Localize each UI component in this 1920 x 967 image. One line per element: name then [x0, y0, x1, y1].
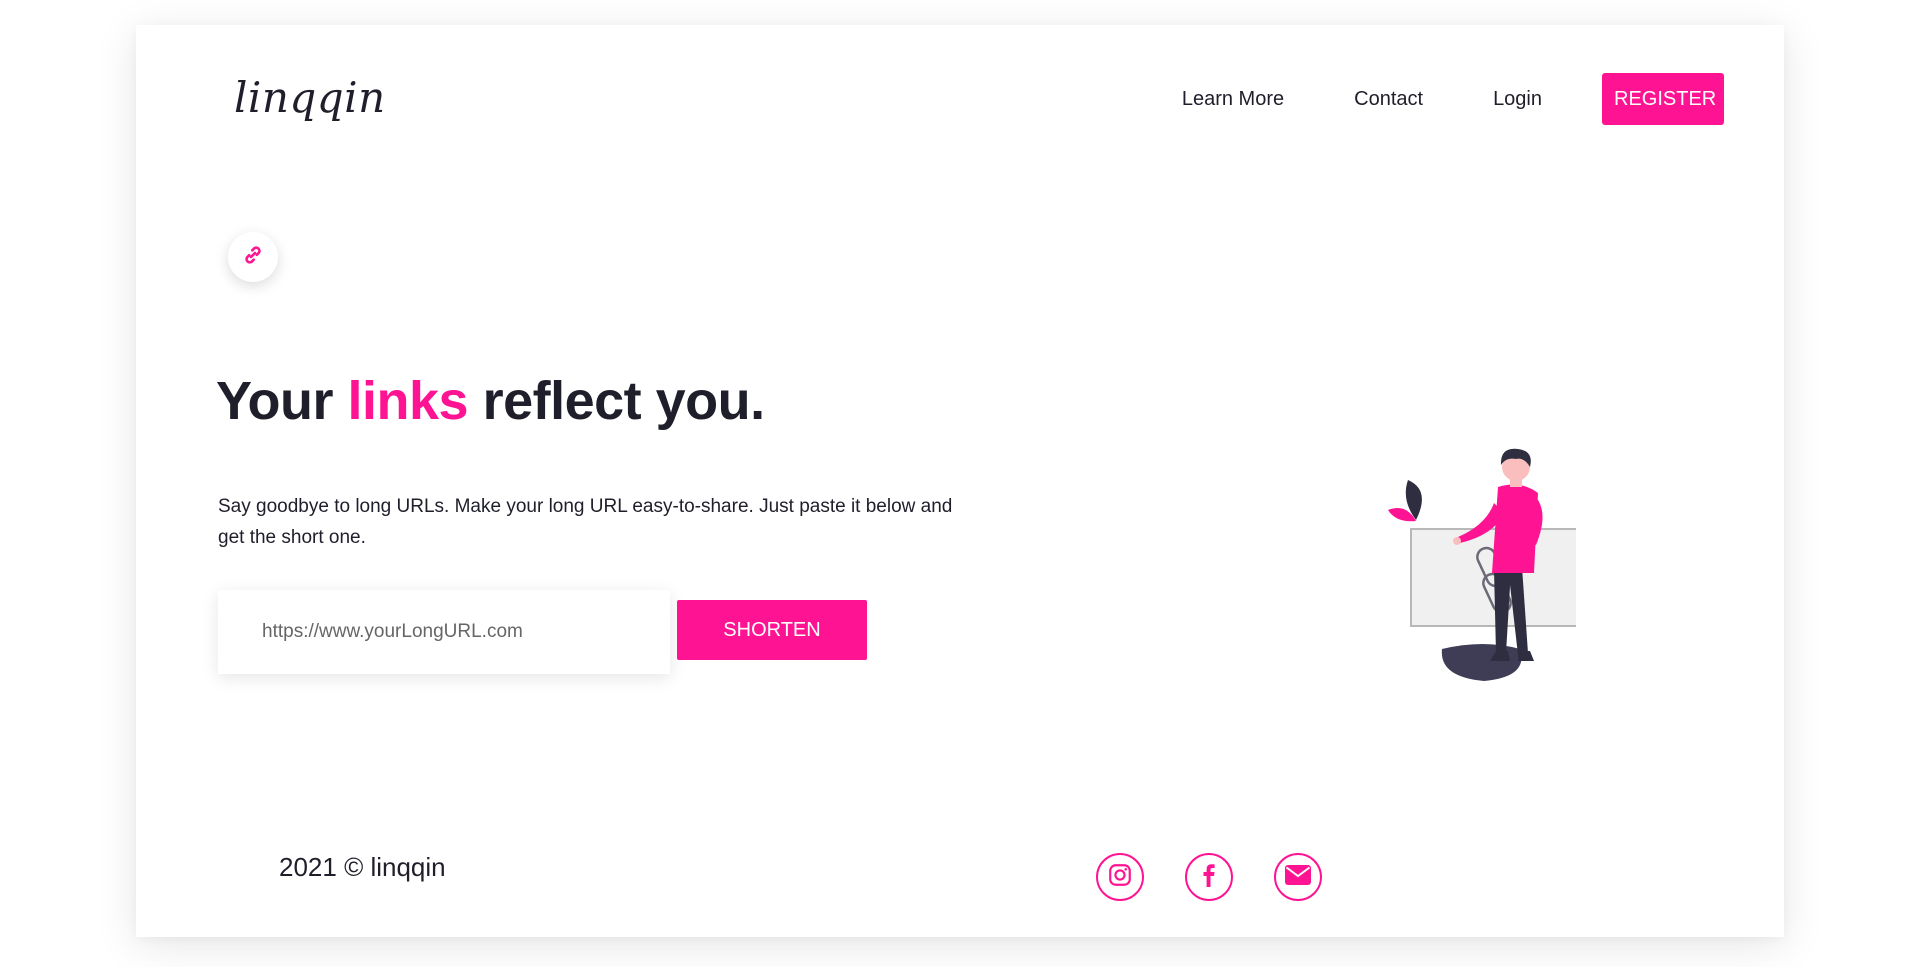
- hero-description: Say goodbye to long URLs. Make your long…: [218, 496, 953, 548]
- social-links: [1096, 853, 1322, 901]
- mail-icon: [1284, 864, 1312, 891]
- logo[interactable]: linqqin: [234, 73, 386, 122]
- link-badge: [228, 232, 278, 282]
- page-card: linqqin Learn More Contact Login REGISTE…: [136, 25, 1784, 937]
- url-input-container: [218, 590, 670, 674]
- hero-title-prefix: Your: [216, 371, 348, 431]
- copyright: 2021 © linqqin: [279, 852, 446, 882]
- nav-learn-more[interactable]: Learn More: [1182, 88, 1284, 111]
- hero-title-suffix: reflect you.: [468, 371, 766, 431]
- hero-illustration: [1236, 395, 1587, 695]
- instagram-icon: [1107, 862, 1133, 893]
- hero-title: Your links reflect you.: [216, 370, 765, 432]
- facebook-icon: [1197, 862, 1221, 893]
- shorten-button[interactable]: SHORTEN: [677, 600, 867, 660]
- facebook-link[interactable]: [1185, 853, 1233, 901]
- instagram-link[interactable]: [1096, 853, 1144, 901]
- nav-login[interactable]: Login: [1493, 88, 1542, 111]
- url-input[interactable]: [218, 590, 670, 674]
- link-icon: [241, 243, 265, 272]
- register-button[interactable]: REGISTER: [1602, 73, 1724, 125]
- hero-title-accent: links: [347, 371, 469, 431]
- nav-contact[interactable]: Contact: [1354, 88, 1423, 111]
- email-link[interactable]: [1274, 853, 1322, 901]
- top-nav: Learn More Contact Login REGISTER: [1182, 73, 1724, 125]
